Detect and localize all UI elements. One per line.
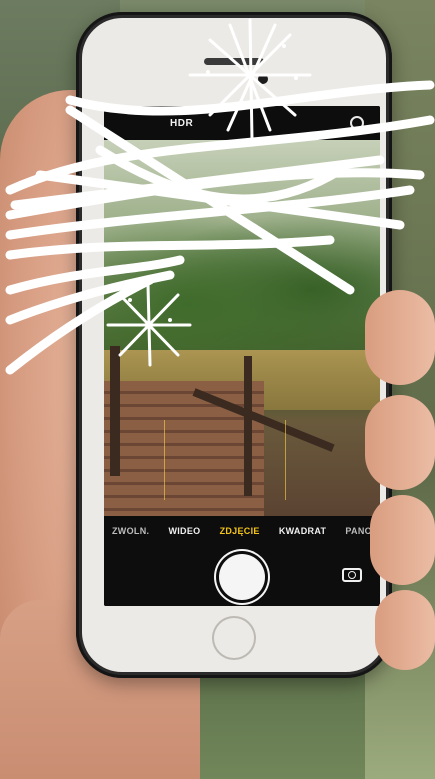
bridge-post-left: [110, 346, 120, 476]
shutter-button[interactable]: [219, 554, 265, 600]
smartphone: HDR ZWOLN. WIDEO ZDJĘCIE KWADRAT PANO: [76, 12, 392, 678]
camera-controls: [104, 546, 380, 606]
camera-mode-selector: ZWOLN. WIDEO ZDJĘCIE KWADRAT PANO: [104, 516, 380, 546]
finger: [375, 590, 435, 670]
camera-top-bar: HDR: [104, 106, 380, 140]
finger: [365, 395, 435, 490]
finger: [365, 290, 435, 385]
forest-trees: [104, 200, 380, 350]
home-button[interactable]: [212, 616, 256, 660]
timer-icon[interactable]: [350, 116, 364, 130]
earpiece: [204, 58, 264, 65]
photo-scene: HDR ZWOLN. WIDEO ZDJĘCIE KWADRAT PANO: [0, 0, 435, 779]
focus-indicator: [164, 420, 286, 500]
phone-face: HDR ZWOLN. WIDEO ZDJĘCIE KWADRAT PANO: [82, 18, 386, 672]
camera-flip-icon[interactable]: [342, 568, 362, 582]
finger: [370, 495, 435, 585]
mode-photo[interactable]: ZDJĘCIE: [220, 526, 260, 536]
hdr-toggle[interactable]: HDR: [170, 118, 193, 129]
mode-slowmo[interactable]: ZWOLN.: [112, 526, 149, 536]
mode-pano[interactable]: PANO: [345, 526, 372, 536]
camera-viewfinder[interactable]: [104, 140, 380, 516]
camera-screen: HDR ZWOLN. WIDEO ZDJĘCIE KWADRAT PANO: [104, 106, 380, 606]
mode-square[interactable]: KWADRAT: [279, 526, 326, 536]
mode-video[interactable]: WIDEO: [168, 526, 200, 536]
front-camera: [258, 74, 268, 84]
